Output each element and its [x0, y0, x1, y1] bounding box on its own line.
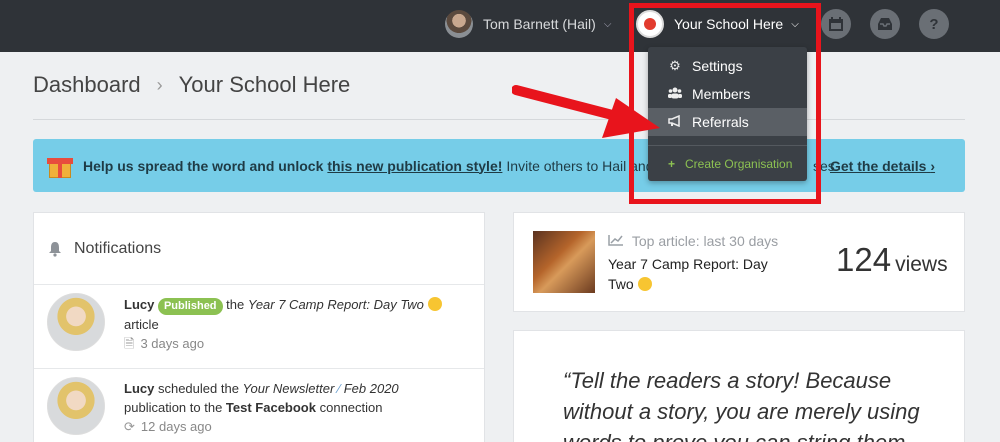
user-name: Tom Barnett (Hail) [483, 16, 596, 32]
notification-time: 🗎 3 days ago [124, 336, 204, 351]
views-label: views [895, 253, 948, 276]
notification-user: Lucy [124, 297, 155, 312]
breadcrumb-current: Your School Here [178, 72, 351, 97]
document-icon: 🗎 [124, 336, 135, 351]
time-label: 3 days ago [140, 336, 205, 351]
banner-link[interactable]: this new publication style! [327, 158, 502, 174]
avatar [47, 377, 105, 435]
laughing-emoji-icon [637, 277, 652, 291]
notification-time: ⟳ 12 days ago [124, 419, 212, 434]
top-article-label-text: Top article: last 30 days [631, 233, 779, 249]
inbox-glyph [878, 18, 892, 30]
bell-icon [48, 241, 64, 257]
chevron-right-icon: › [156, 74, 163, 95]
share-icon: ⟳ [124, 419, 135, 434]
bell-glyph [49, 241, 61, 257]
help-glyph: ? [929, 15, 939, 33]
notification-article-suffix: Feb 2020 [343, 381, 399, 396]
notification-mid: publication to the [124, 400, 223, 415]
status-badge: Published [157, 298, 223, 315]
notification-verb: scheduled the [157, 381, 239, 396]
chevron-right-icon: › [930, 157, 936, 174]
user-avatar [445, 10, 473, 38]
breadcrumb-dashboard[interactable]: Dashboard [33, 72, 141, 98]
time-label: 12 days ago [140, 419, 212, 434]
referral-banner: Help us spread the word and unlock this … [33, 139, 965, 192]
line-chart-icon [608, 233, 628, 249]
top-article-card[interactable]: Top article: last 30 days Year 7 Camp Re… [513, 212, 965, 312]
laughing-emoji-icon [427, 297, 442, 311]
quote-text: “Tell the readers a story! Because witho… [563, 368, 920, 442]
article-thumbnail [533, 231, 595, 293]
notifications-card: Notifications Lucy Published the Year 7 … [33, 212, 485, 442]
divider [33, 119, 965, 120]
notification-article[interactable]: Your Newsletter [243, 381, 335, 396]
notification-user: Lucy [124, 381, 155, 396]
calendar-icon[interactable] [821, 9, 851, 39]
inbox-icon[interactable] [870, 9, 900, 39]
views-count: 124 views [836, 241, 948, 279]
syringe-emoji-icon: ∕ [337, 381, 341, 396]
top-navbar: Tom Barnett (Hail) ⌵ Your School Here ⌵ … [0, 0, 1000, 52]
quote-card: “Tell the readers a story! Because witho… [513, 330, 965, 442]
avatar [47, 293, 105, 351]
chevron-down-icon: ⌵ [603, 18, 612, 30]
notification-text: Lucy Published the Year 7 Camp Report: D… [124, 295, 474, 353]
views-number: 124 [836, 241, 892, 278]
top-article-title[interactable]: Year 7 Camp Report: Day Two [608, 254, 788, 294]
banner-lead: Help us spread the word and unlock [83, 157, 324, 174]
calendar-glyph [829, 17, 843, 31]
notification-verb: the [226, 297, 245, 312]
notifications-title: Notifications [74, 239, 162, 257]
breadcrumb: Dashboard › Your School Here [33, 72, 350, 98]
gift-icon [47, 153, 73, 179]
notification-item[interactable]: Lucy scheduled the Your Newsletter ∕ Feb… [34, 369, 484, 442]
user-menu[interactable]: Tom Barnett (Hail) ⌵ [445, 9, 611, 39]
notifications-header: Notifications [34, 213, 484, 285]
notification-target[interactable]: Test Facebook [226, 400, 316, 415]
top-article-title-text: Year 7 Camp Report: Day Two [608, 256, 768, 292]
top-article-label: Top article: last 30 days [608, 233, 778, 249]
help-icon[interactable]: ? [919, 9, 949, 39]
notification-item[interactable]: Lucy Published the Year 7 Camp Report: D… [34, 285, 484, 369]
notification-post: connection [319, 400, 383, 415]
annotation-highlight-box [629, 3, 821, 204]
line-chart-glyph [608, 235, 623, 246]
notification-text: Lucy scheduled the Your Newsletter ∕ Feb… [124, 379, 474, 436]
get-details-label: Get the details [830, 157, 927, 174]
notification-post: article [124, 317, 159, 332]
notification-article[interactable]: Year 7 Camp Report: Day Two [248, 297, 424, 312]
get-details-link[interactable]: Get the details › [830, 158, 935, 174]
